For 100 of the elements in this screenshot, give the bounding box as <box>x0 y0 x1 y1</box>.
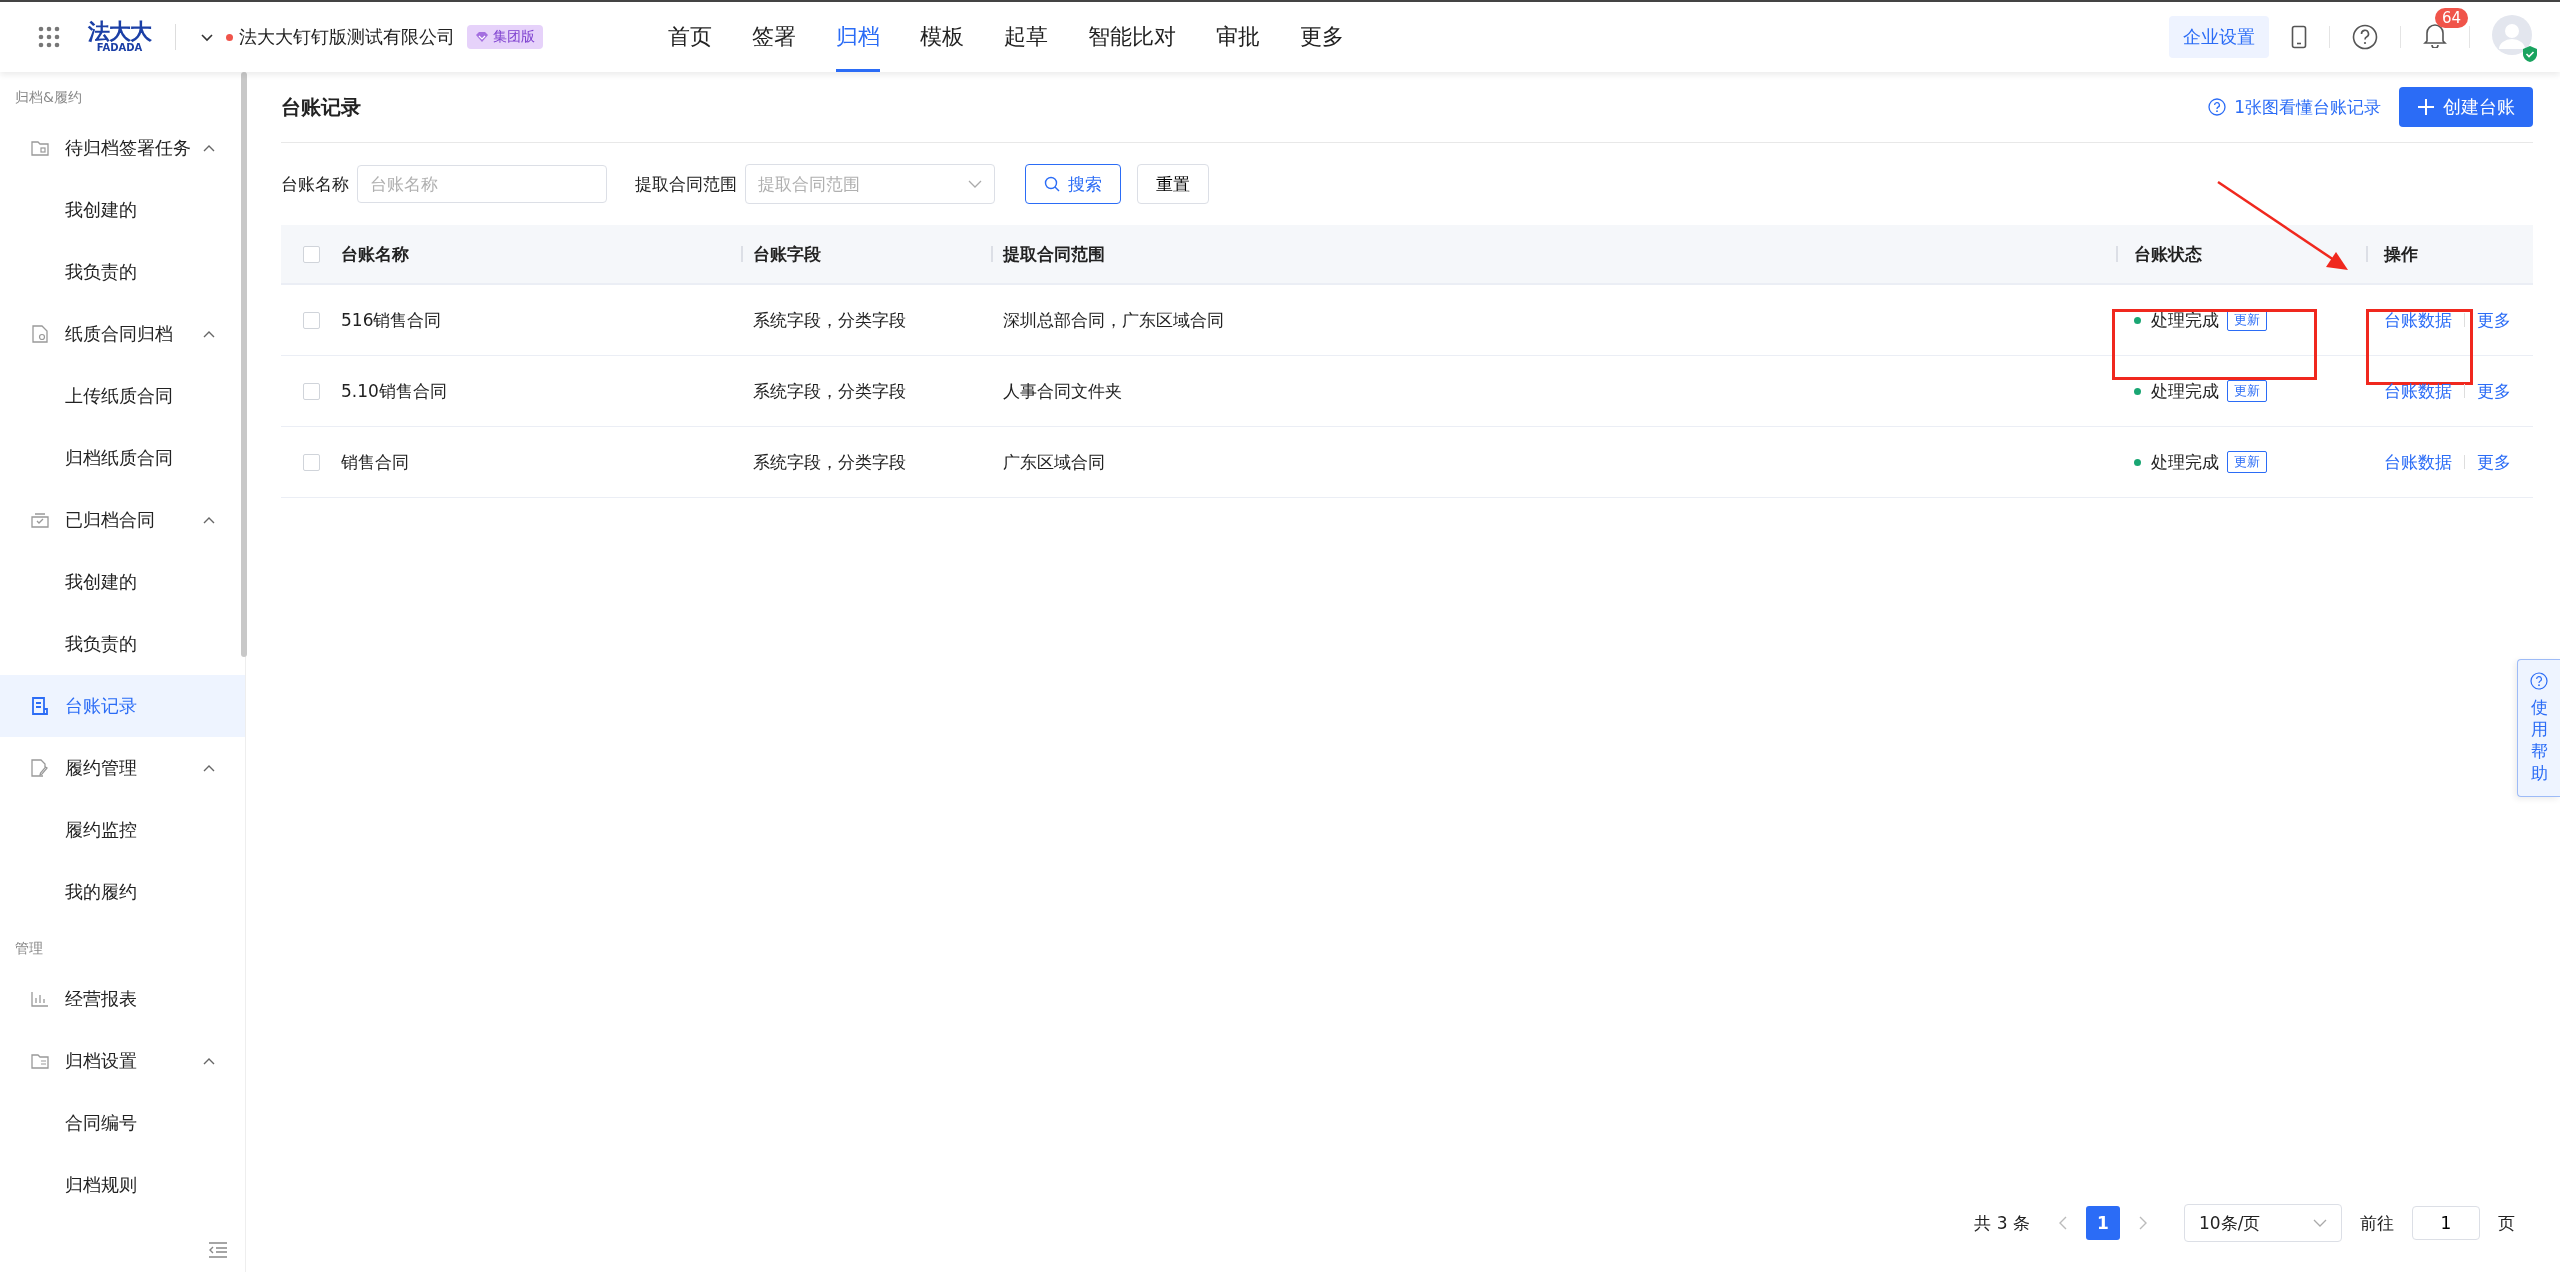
help-icon <box>2208 98 2227 116</box>
table-cell: 深圳总部合同，广东区域合同 <box>1003 308 1224 332</box>
action-link[interactable]: 台账数据 <box>2384 450 2452 474</box>
table-cell: 人事合同文件夹 <box>1003 379 1122 403</box>
column-header: 提取合同范围 <box>1003 242 1105 266</box>
status-dot <box>2134 316 2141 324</box>
page-button[interactable]: 1 <box>2086 1206 2120 1240</box>
table-cell: 广东区域合同 <box>1003 450 1105 474</box>
document-list-icon <box>30 697 50 715</box>
status-dot <box>226 33 233 41</box>
page-size-dropdown[interactable]: 10条/页 <box>2184 1204 2342 1242</box>
sidebar-item[interactable]: 经营报表 <box>0 968 245 1030</box>
next-page-icon[interactable] <box>2138 1215 2148 1231</box>
status-dot <box>2134 387 2141 395</box>
column-header: 操作 <box>2384 242 2418 266</box>
page-suffix: 页 <box>2498 1211 2515 1235</box>
sidebar-subitem[interactable]: 上传纸质合同 <box>0 365 245 427</box>
verified-shield-icon <box>2522 45 2538 63</box>
sidebar-subitem[interactable]: 合同编号 <box>0 1092 245 1154</box>
nav-tab[interactable]: 签署 <box>752 2 796 72</box>
help-icon <box>2530 672 2548 690</box>
app-grid-icon[interactable] <box>38 26 60 48</box>
sidebar-item[interactable]: 待归档签署任务 <box>0 117 245 179</box>
scrollbar-thumb[interactable] <box>241 72 247 657</box>
bar-chart-icon <box>30 991 50 1007</box>
logo-text: 法大大 <box>88 21 151 43</box>
nav-tab[interactable]: 起草 <box>1004 2 1048 72</box>
chevron-down-icon <box>2313 1219 2327 1227</box>
update-tag[interactable]: 更新 <box>2227 380 2267 402</box>
sidebar-item[interactable]: 台账记录 <box>0 675 245 737</box>
goto-label: 前往 <box>2360 1211 2394 1235</box>
action-link[interactable]: 台账数据 <box>2384 308 2452 332</box>
previous-page-icon[interactable] <box>2058 1215 2068 1231</box>
status-text: 处理完成 <box>2151 379 2219 403</box>
caret-icon <box>203 330 215 338</box>
sidebar-subitem[interactable]: 我负责的 <box>0 613 245 675</box>
row-checkbox[interactable] <box>302 311 320 329</box>
plus-icon <box>2417 98 2435 116</box>
filter-label: 台账名称 <box>281 172 349 196</box>
guide-link[interactable]: 1张图看懂台账记录 <box>2208 95 2381 119</box>
update-tag[interactable]: 更新 <box>2227 451 2267 473</box>
goto-page-field[interactable]: 1 <box>2412 1206 2480 1240</box>
total-count: 共 3 条 <box>1974 1211 2030 1235</box>
sidebar-subitem[interactable]: 履约监控 <box>0 799 245 861</box>
table-cell: 系统字段，分类字段 <box>753 308 906 332</box>
help-icon[interactable] <box>2352 24 2378 50</box>
page-title: 台账记录 <box>281 93 361 121</box>
column-header: 台账名称 <box>341 242 409 266</box>
table-cell: 系统字段，分类字段 <box>753 379 906 403</box>
filter-label: 提取合同范围 <box>635 172 737 196</box>
section-title: 管理 <box>14 939 44 958</box>
nav-tab[interactable]: 归档 <box>836 2 880 72</box>
column-header: 台账状态 <box>2134 242 2202 266</box>
column-header: 台账字段 <box>753 242 821 266</box>
row-checkbox[interactable] <box>302 453 320 471</box>
edition-badge: 集团版 <box>467 25 543 49</box>
sidebar-subitem[interactable]: 归档规则 <box>0 1154 245 1216</box>
update-tag[interactable]: 更新 <box>2227 309 2267 331</box>
sidebar-item[interactable]: 纸质合同归档 <box>0 303 245 365</box>
caret-icon <box>203 144 215 152</box>
edit-document-icon <box>30 759 50 777</box>
select-all-checkbox[interactable] <box>302 245 320 263</box>
notification-count: 64 <box>2435 8 2469 28</box>
caret-icon <box>203 1057 215 1065</box>
sidebar-subitem[interactable]: 我负责的 <box>0 241 245 303</box>
chevron-down-icon <box>968 180 982 188</box>
collapse-sidebar-icon[interactable] <box>208 1242 228 1258</box>
create-ledger-button[interactable]: 创建台账 <box>2399 87 2533 127</box>
table-cell: 5.10销售合同 <box>341 379 447 403</box>
sidebar-item[interactable]: 履约管理 <box>0 737 245 799</box>
nav-tab[interactable]: 更多 <box>1300 2 1344 72</box>
sidebar-item[interactable]: 归档设置 <box>0 1030 245 1092</box>
section-title: 归档&履约 <box>14 88 83 107</box>
status-text: 处理完成 <box>2151 450 2219 474</box>
action-link[interactable]: 台账数据 <box>2384 379 2452 403</box>
folder-icon <box>30 1053 50 1069</box>
search-button[interactable]: 搜索 <box>1025 164 1121 204</box>
sidebar-subitem[interactable]: 我创建的 <box>0 551 245 613</box>
sidebar-subitem[interactable]: 归档纸质合同 <box>0 427 245 489</box>
sidebar-subitem[interactable]: 我的履约 <box>0 861 245 923</box>
reset-button[interactable]: 重置 <box>1137 164 1209 204</box>
nav-tab[interactable]: 审批 <box>1216 2 1260 72</box>
company-name[interactable]: 法大大钉钉版测试有限公司 <box>239 25 455 49</box>
row-checkbox[interactable] <box>302 382 320 400</box>
nav-tab[interactable]: 智能比对 <box>1088 2 1176 72</box>
notification-bell-icon[interactable] <box>2423 22 2447 48</box>
nav-tab[interactable]: 模板 <box>920 2 964 72</box>
company-settings-button[interactable]: 企业设置 <box>2169 16 2269 58</box>
action-link[interactable]: 更多 <box>2477 308 2511 332</box>
sidebar-item[interactable]: 已归档合同 <box>0 489 245 551</box>
table-cell: 516销售合同 <box>341 308 442 332</box>
search-icon <box>1044 176 1060 192</box>
phone-icon[interactable] <box>2291 25 2307 49</box>
avatar[interactable] <box>2492 15 2532 55</box>
help-tab[interactable]: 使用帮助 <box>2517 659 2560 798</box>
action-link[interactable]: 更多 <box>2477 450 2511 474</box>
sidebar-subitem[interactable]: 我创建的 <box>0 179 245 241</box>
action-link[interactable]: 更多 <box>2477 379 2511 403</box>
nav-tab[interactable]: 首页 <box>668 2 712 72</box>
ledger-name-field[interactable]: 台账名称 <box>357 165 607 203</box>
